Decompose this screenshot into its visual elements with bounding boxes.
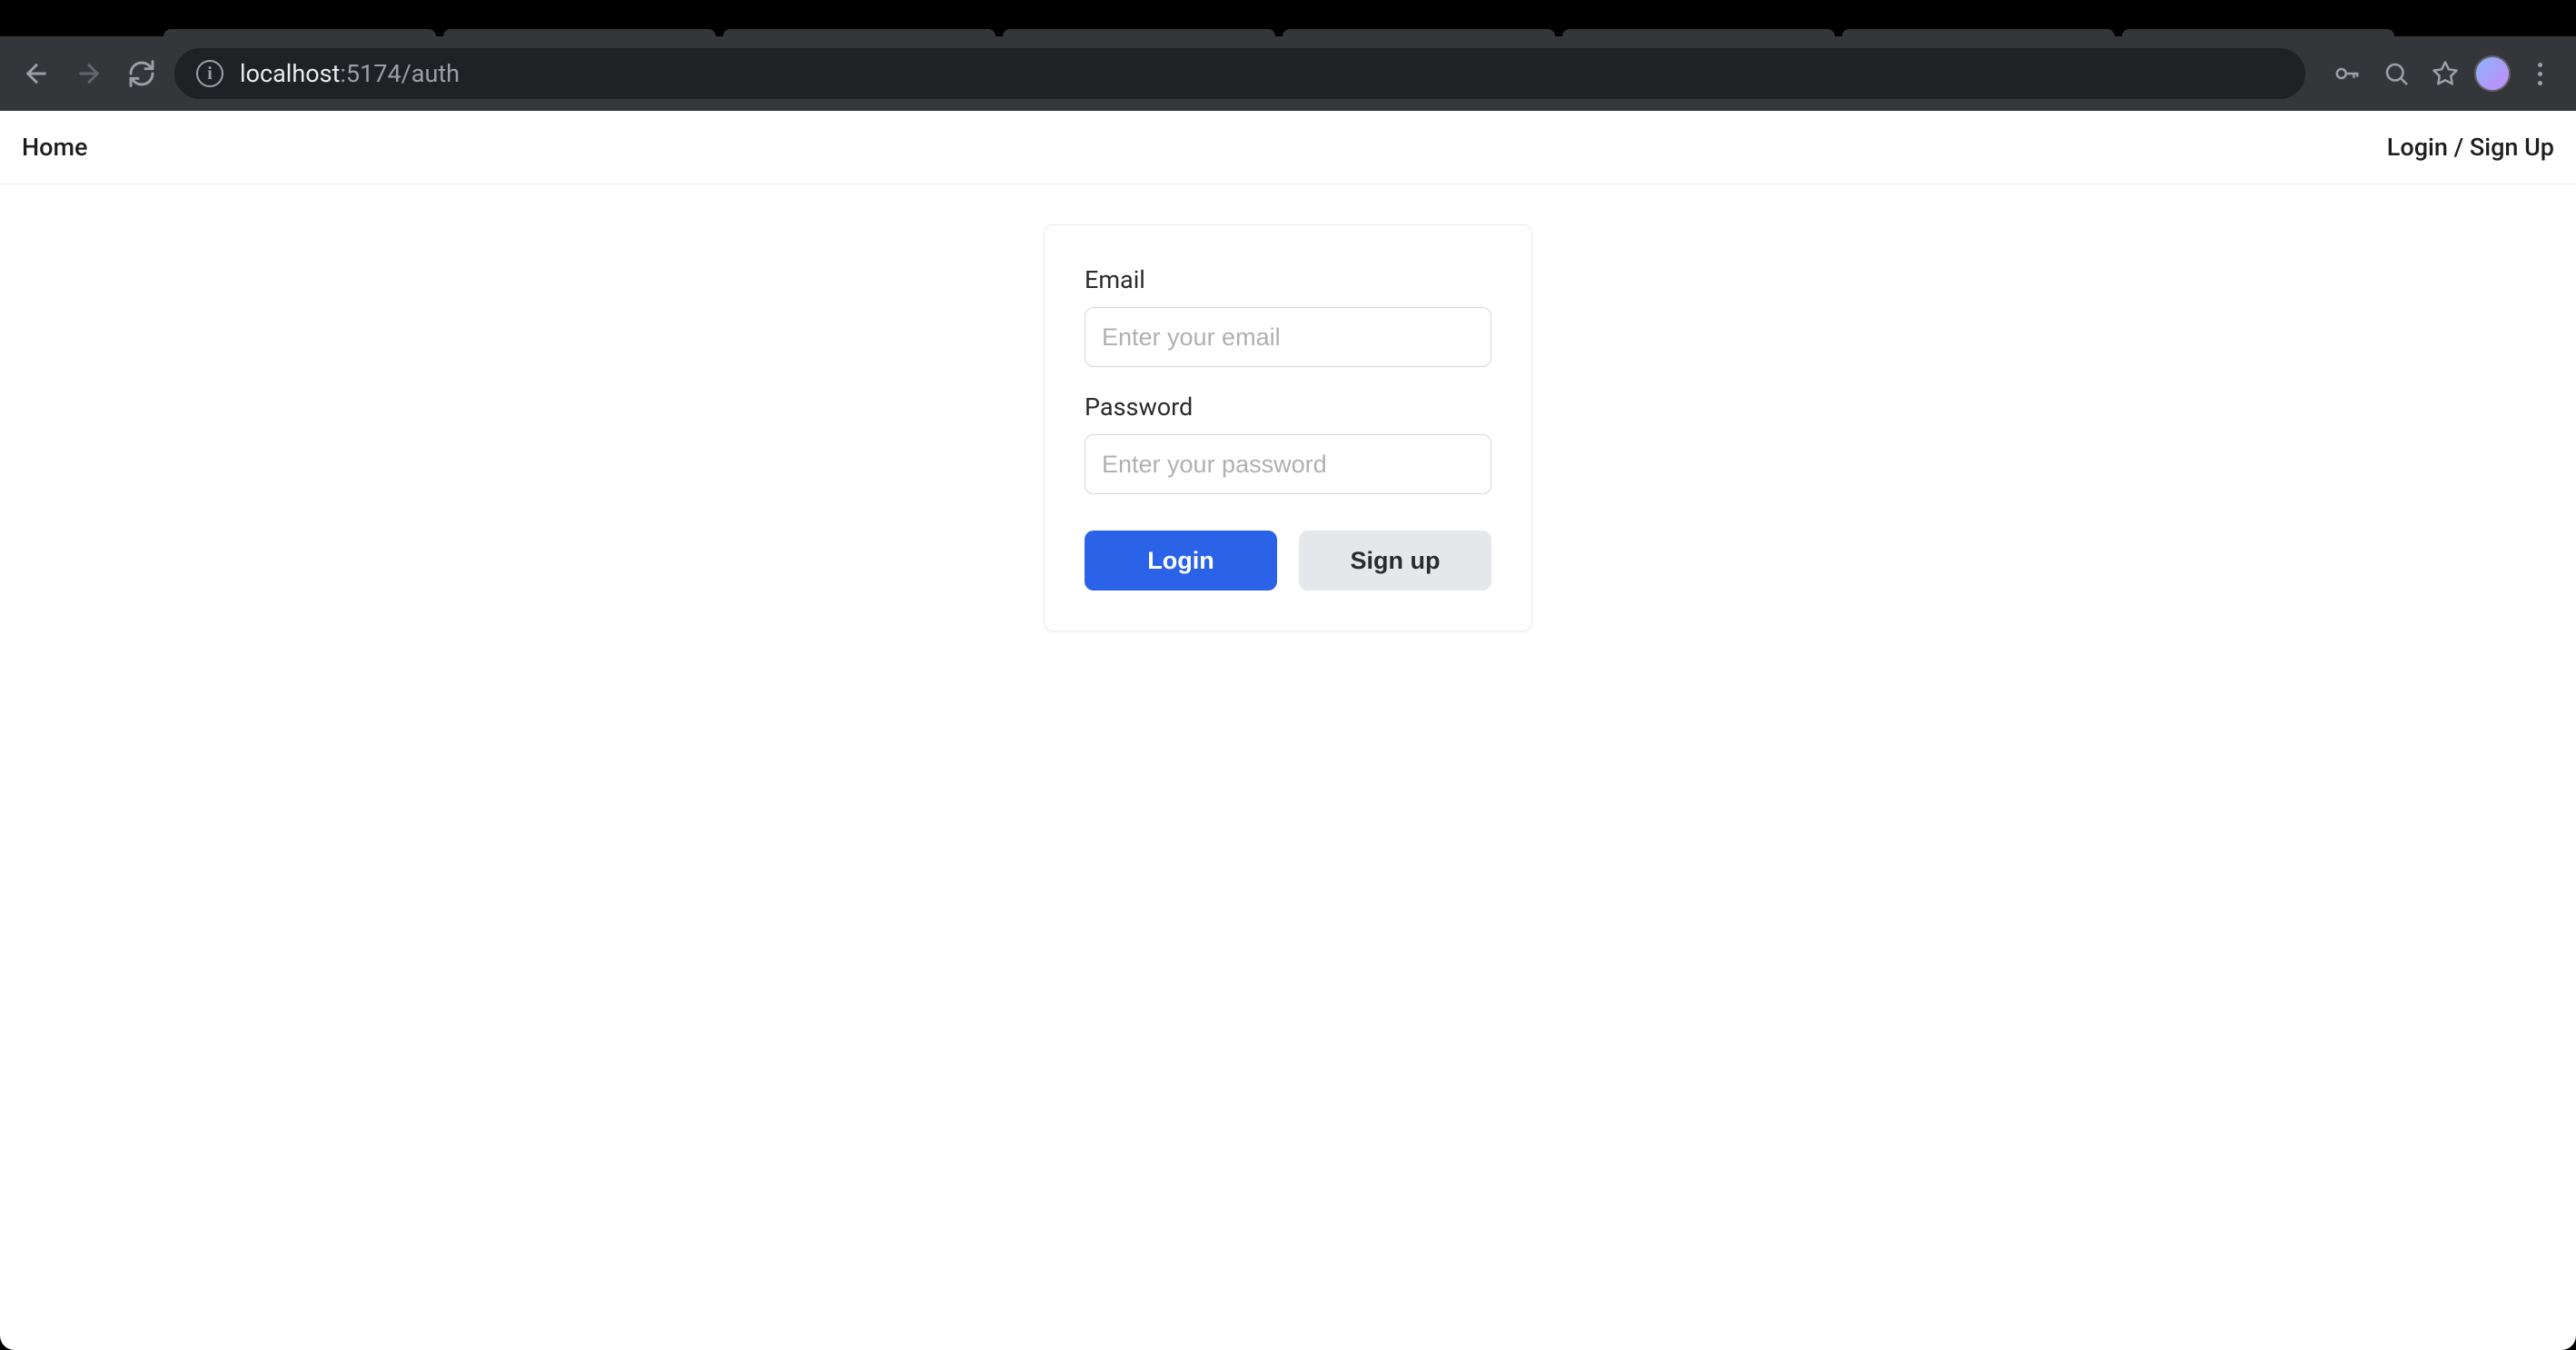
browser-tab[interactable]	[2122, 29, 2394, 36]
browser-chrome: i localhost:5174/auth	[0, 0, 2576, 111]
browser-tab[interactable]	[1283, 29, 1555, 36]
forward-button[interactable]	[69, 54, 109, 94]
button-row: Login Sign up	[1085, 531, 1491, 591]
browser-tab-strip	[0, 0, 2576, 36]
home-link[interactable]: Home	[22, 133, 87, 162]
browser-tab[interactable]	[443, 29, 716, 36]
page-content: Email Password Login Sign up	[0, 184, 2576, 631]
toolbar-right	[2327, 54, 2560, 94]
app-header: Home Login / Sign Up	[0, 111, 2576, 184]
star-icon	[2432, 60, 2459, 87]
reload-button[interactable]	[122, 54, 162, 94]
bookmark-button[interactable]	[2425, 54, 2465, 94]
email-field[interactable]	[1085, 307, 1491, 367]
email-group: Email	[1085, 265, 1491, 367]
key-icon	[2333, 60, 2361, 87]
signup-button[interactable]: Sign up	[1299, 531, 1491, 591]
browser-toolbar: i localhost:5174/auth	[0, 36, 2576, 111]
browser-tab[interactable]	[1842, 29, 2115, 36]
arrow-left-icon	[22, 59, 51, 88]
dot-icon	[2538, 72, 2542, 76]
back-button[interactable]	[16, 54, 56, 94]
login-signup-link[interactable]: Login / Sign Up	[2387, 133, 2554, 162]
browser-menu-button[interactable]	[2520, 54, 2560, 94]
login-button[interactable]: Login	[1085, 531, 1277, 591]
search-icon	[2383, 60, 2410, 87]
password-group: Password	[1085, 392, 1491, 494]
browser-tab[interactable]	[723, 29, 996, 36]
dot-icon	[2538, 81, 2542, 85]
zoom-button[interactable]	[2376, 54, 2416, 94]
page-viewport: Home Login / Sign Up Email Password Logi…	[0, 111, 2576, 1350]
reload-icon	[127, 59, 156, 88]
browser-tab[interactable]	[163, 29, 436, 36]
site-info-icon[interactable]: i	[196, 60, 223, 87]
auth-card: Email Password Login Sign up	[1044, 224, 1532, 631]
browser-tab[interactable]	[1562, 29, 1835, 36]
browser-tab[interactable]	[1003, 29, 1275, 36]
email-label: Email	[1085, 265, 1491, 294]
url-path: :5174/auth	[340, 59, 460, 88]
url-host: localhost	[240, 59, 340, 88]
url-bar[interactable]: i localhost:5174/auth	[174, 48, 2305, 99]
dot-icon	[2538, 63, 2542, 67]
profile-avatar[interactable]	[2474, 55, 2511, 92]
password-field[interactable]	[1085, 434, 1491, 494]
password-manager-button[interactable]	[2327, 54, 2367, 94]
password-label: Password	[1085, 392, 1491, 422]
url-text: localhost:5174/auth	[240, 59, 460, 88]
arrow-right-icon	[74, 59, 104, 88]
